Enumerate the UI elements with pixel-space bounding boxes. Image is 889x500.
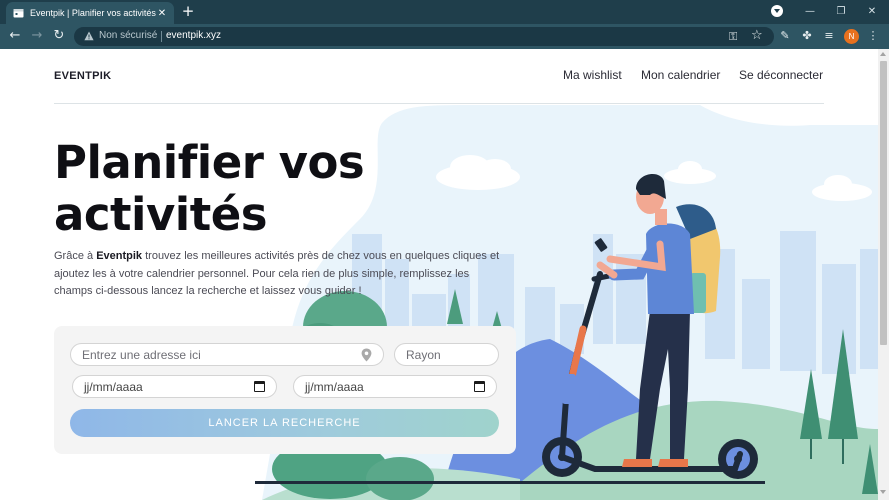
tab-title: Eventpik | Planifier vos activités (30, 8, 156, 18)
puzzle-icon[interactable]: ✤ (799, 28, 815, 44)
reload-icon[interactable]: ↻ (51, 28, 67, 44)
search-form: jj/mm/aaaa jj/mm/aaaa LANCER LA RECHERCH… (54, 326, 516, 454)
browser-tab-bar: Eventpik | Planifier vos activités ✕ + —… (0, 0, 889, 24)
page-title: Planifier vos activités (54, 136, 365, 241)
plus-icon[interactable]: + (180, 3, 196, 19)
restore-icon[interactable]: ❐ (826, 0, 856, 22)
scrollbar-thumb[interactable] (880, 61, 887, 345)
browser-tab[interactable]: Eventpik | Planifier vos activités ✕ (6, 2, 174, 24)
separator (161, 31, 162, 42)
kebab-menu-icon[interactable]: ⋮ (865, 28, 881, 44)
calendar-icon[interactable] (474, 381, 485, 392)
scroll-up-icon[interactable] (880, 52, 886, 56)
brand-logo[interactable]: EVENTPIK (54, 70, 111, 82)
hero-text-brand: Eventpik (96, 250, 143, 262)
radius-field[interactable] (394, 343, 499, 366)
start-date-value[interactable]: jj/mm/aaaa (84, 380, 254, 394)
address-field[interactable] (70, 343, 384, 366)
nav-link-wishlist[interactable]: Ma wishlist (563, 68, 622, 82)
nav-link-logout[interactable]: Se déconnecter (739, 68, 823, 82)
pen-icon[interactable]: ✎ (777, 28, 793, 44)
address-bar[interactable]: Non sécurisé eventpik.xyz ⚿ ☆ (74, 27, 774, 46)
security-label: Non sécurisé (99, 30, 158, 41)
hero-text-start: Grâce à (54, 250, 97, 262)
nav-divider (54, 103, 824, 104)
end-date-value[interactable]: jj/mm/aaaa (305, 380, 474, 394)
hero-description: Grâce à Eventpik trouvez les meilleures … (54, 248, 504, 301)
back-arrow-icon[interactable]: ← (7, 28, 23, 44)
location-pin-icon[interactable] (361, 348, 372, 362)
radius-input[interactable] (406, 347, 487, 362)
media-queue-icon[interactable]: ≡ (821, 28, 837, 44)
warning-icon (84, 31, 94, 41)
tab-search-icon[interactable] (771, 5, 783, 17)
scroll-down-icon[interactable] (880, 490, 886, 494)
calendar-icon[interactable] (254, 381, 265, 392)
profile-avatar[interactable]: N (844, 29, 859, 44)
forward-arrow-icon[interactable]: → (29, 28, 45, 44)
window-close-icon[interactable]: ✕ (857, 0, 887, 22)
star-icon[interactable]: ☆ (751, 28, 763, 43)
nav-link-calendar[interactable]: Mon calendrier (641, 68, 720, 82)
minimize-icon[interactable]: — (795, 0, 825, 22)
search-button[interactable]: LANCER LA RECHERCHE (70, 409, 499, 437)
page-content: EVENTPIK Ma wishlist Mon calendrier Se d… (0, 49, 878, 500)
end-date-field[interactable]: jj/mm/aaaa (293, 375, 497, 398)
url-text[interactable]: eventpik.xyz (166, 30, 221, 41)
scrollbar[interactable] (878, 49, 889, 500)
key-icon[interactable]: ⚿ (729, 30, 737, 44)
close-icon[interactable]: ✕ (156, 8, 168, 19)
browser-toolbar: ← → ↻ Non sécurisé eventpik.xyz ⚿ ☆ ✎ ✤ … (0, 24, 889, 49)
address-input[interactable] (82, 347, 372, 362)
calendar-favicon-icon (12, 7, 24, 19)
start-date-field[interactable]: jj/mm/aaaa (72, 375, 277, 398)
